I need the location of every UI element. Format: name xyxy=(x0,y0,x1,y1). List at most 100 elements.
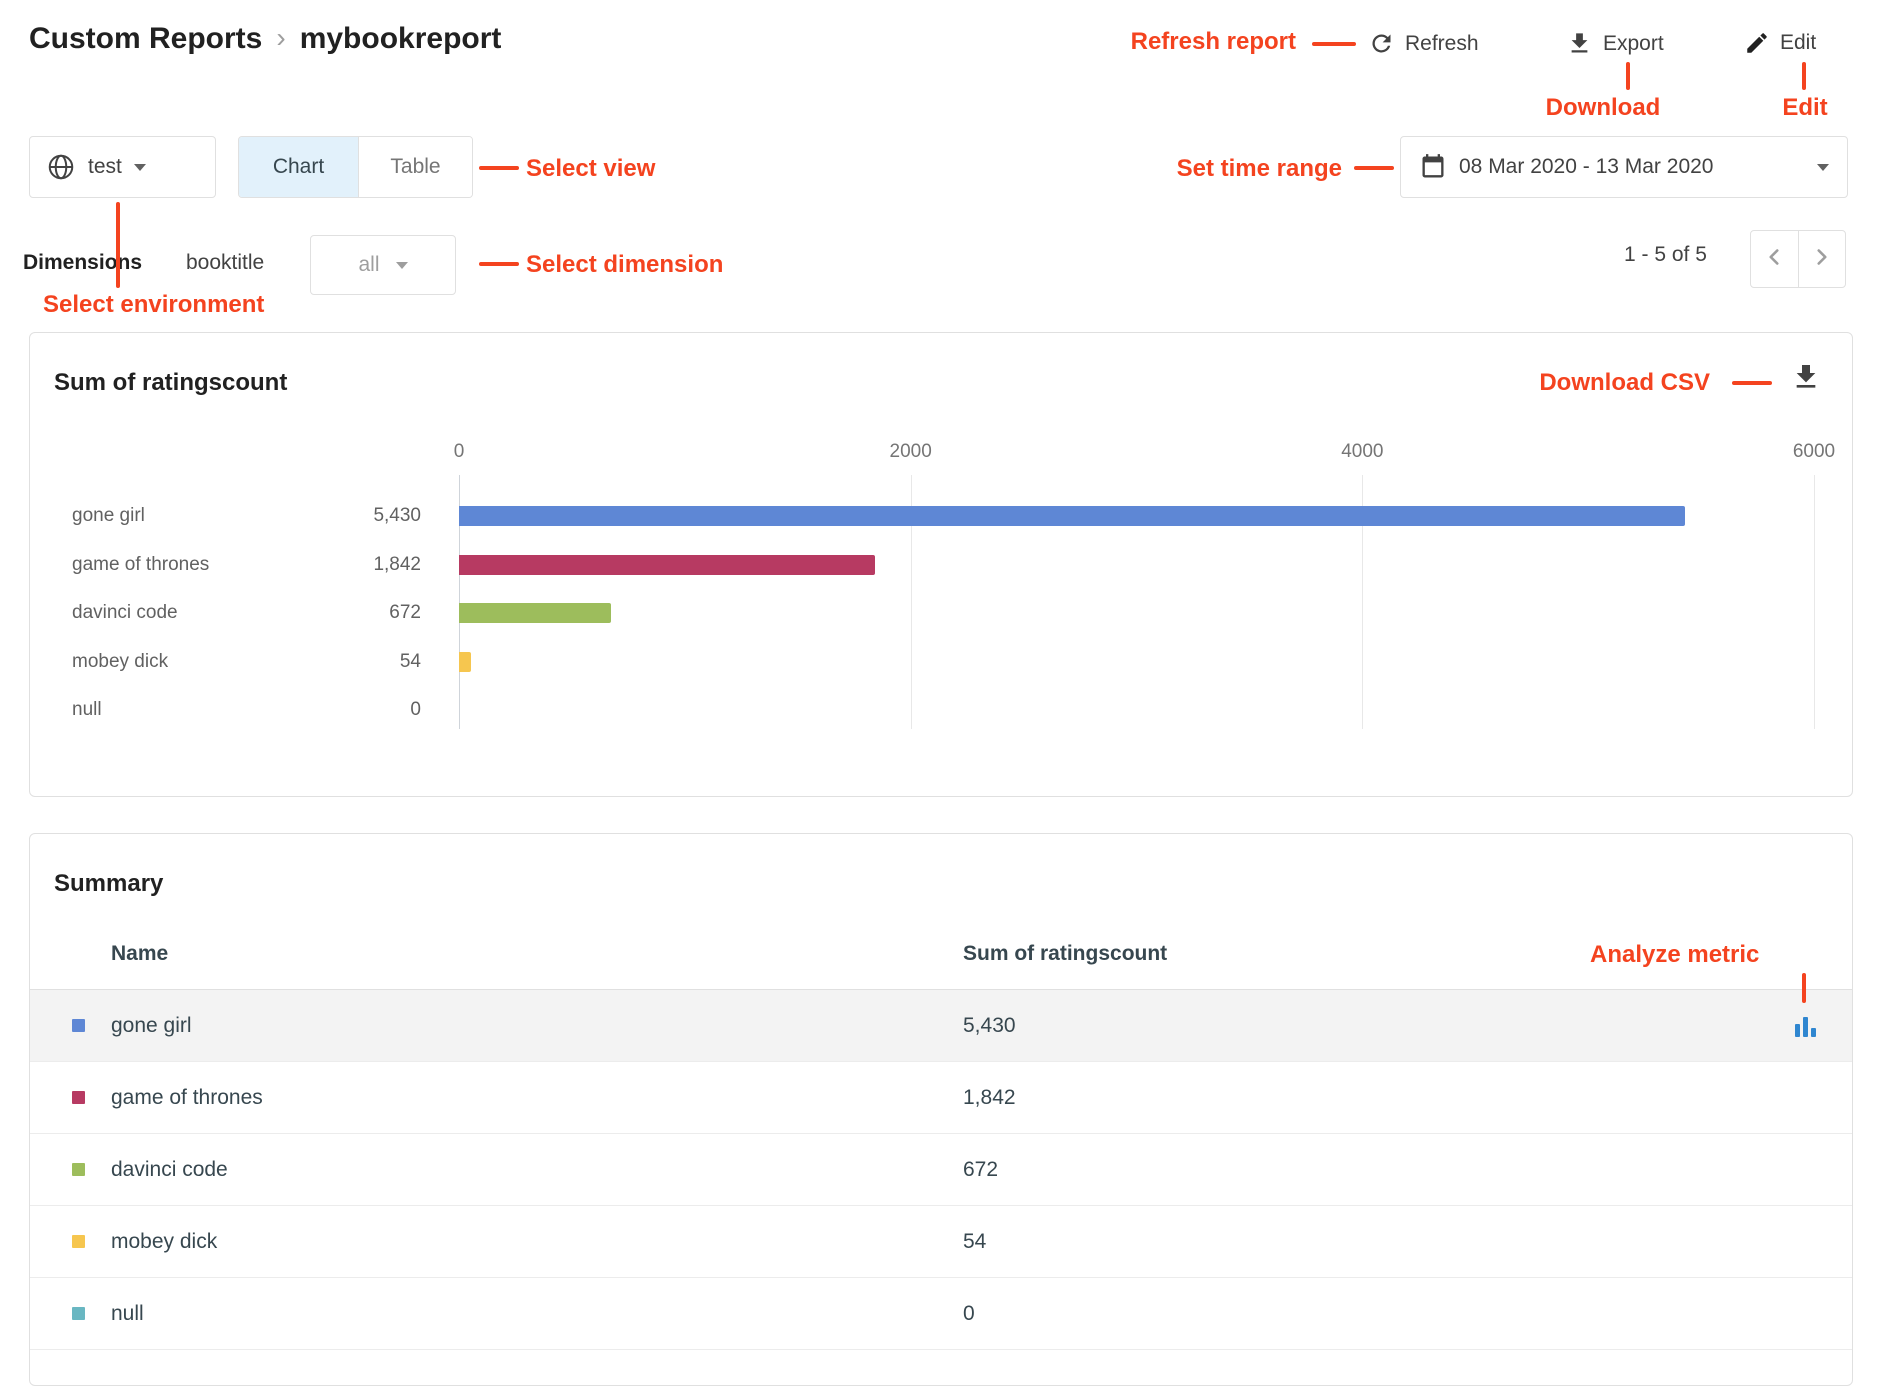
custom-report-page: Custom Reports › mybookreport Refresh Ex… xyxy=(0,0,1882,1396)
date-range-value: 08 Mar 2020 - 13 Mar 2020 xyxy=(1459,155,1713,179)
dimension-name: booktitle xyxy=(186,251,264,275)
refresh-icon xyxy=(1368,30,1395,57)
calendar-icon xyxy=(1419,153,1447,181)
dimensions-label: Dimensions xyxy=(23,251,142,275)
table-row[interactable]: davinci code 672 xyxy=(30,1134,1852,1206)
row-value: 54 xyxy=(963,1230,986,1254)
row-name: mobey dick xyxy=(111,1230,217,1254)
annotation-line xyxy=(1802,973,1806,1003)
refresh-label: Refresh xyxy=(1405,32,1479,56)
export-button[interactable]: Export xyxy=(1566,30,1664,57)
breadcrumb: Custom Reports › mybookreport xyxy=(29,22,501,56)
annotation-select-environment: Select environment xyxy=(43,291,264,319)
breadcrumb-custom-reports[interactable]: Custom Reports xyxy=(29,22,262,56)
chart-bar[interactable] xyxy=(459,506,1685,526)
row-value: 0 xyxy=(963,1302,975,1326)
summary-title: Summary xyxy=(54,870,163,898)
globe-icon xyxy=(46,152,76,182)
chart-value-label: 54 xyxy=(270,650,421,674)
summary-card: Summary Name Sum of ratingscount gone gi… xyxy=(29,833,1853,1386)
pagination-controls xyxy=(1750,230,1846,288)
chart-row: davinci code 672 xyxy=(30,601,1852,625)
pagination-next-button[interactable] xyxy=(1798,231,1846,287)
chart-row: game of thrones 1,842 xyxy=(30,553,1852,577)
dimension-filter-dropdown[interactable]: all xyxy=(310,235,456,295)
annotation-line xyxy=(1626,62,1630,90)
chart-value-label: 5,430 xyxy=(270,504,421,528)
annotation-line xyxy=(479,262,519,266)
environment-selector[interactable]: test xyxy=(29,136,216,198)
row-value: 672 xyxy=(963,1158,998,1182)
chart-row: null 0 xyxy=(30,698,1852,722)
annotation-download-csv: Download CSV xyxy=(1539,369,1710,397)
annotation-line xyxy=(1312,42,1356,46)
column-header-name: Name xyxy=(111,942,168,966)
row-name: gone girl xyxy=(111,1014,192,1038)
table-row[interactable]: game of thrones 1,842 xyxy=(30,1062,1852,1134)
annotation-line xyxy=(479,166,519,170)
annotation-line xyxy=(1732,381,1772,385)
table-row[interactable]: mobey dick 54 xyxy=(30,1206,1852,1278)
annotation-set-time-range: Set time range xyxy=(1177,155,1342,183)
column-header-sum: Sum of ratingscount xyxy=(963,942,1167,966)
tab-chart[interactable]: Chart xyxy=(239,137,358,197)
annotation-line xyxy=(1802,62,1806,90)
legend-swatch xyxy=(72,1235,85,1248)
refresh-button[interactable]: Refresh xyxy=(1368,30,1479,57)
table-row[interactable]: null 0 xyxy=(30,1278,1852,1350)
chart-value-label: 1,842 xyxy=(270,553,421,577)
chart-category-label: game of thrones xyxy=(72,553,209,577)
chevron-right-icon xyxy=(1809,244,1835,275)
edit-button[interactable]: Edit xyxy=(1744,30,1816,56)
chart-value-label: 0 xyxy=(270,698,421,722)
annotation-select-dimension: Select dimension xyxy=(526,251,723,279)
environment-value: test xyxy=(88,155,122,179)
annotation-edit: Edit xyxy=(1782,94,1827,122)
dimension-filter-value: all xyxy=(358,253,379,277)
pagination-status: 1 - 5 of 5 xyxy=(1624,243,1707,267)
chart-category-label: gone girl xyxy=(72,504,145,528)
breadcrumb-current-report: mybookreport xyxy=(300,22,502,56)
chart-category-label: null xyxy=(72,698,102,722)
chart-bar[interactable] xyxy=(459,652,471,672)
date-range-picker[interactable]: 08 Mar 2020 - 13 Mar 2020 xyxy=(1400,136,1848,198)
chart-category-label: davinci code xyxy=(72,601,178,625)
chevron-left-icon xyxy=(1761,244,1787,275)
edit-label: Edit xyxy=(1780,31,1816,55)
chevron-down-icon xyxy=(134,164,146,171)
view-toggle: Chart Table xyxy=(238,136,473,198)
chart-row: gone girl 5,430 xyxy=(30,504,1852,528)
legend-swatch xyxy=(72,1091,85,1104)
annotation-line xyxy=(116,202,120,288)
chart-card: Sum of ratingscount 0200040006000 gone g… xyxy=(29,332,1853,797)
row-name: null xyxy=(111,1302,144,1326)
table-row[interactable]: gone girl 5,430 xyxy=(30,990,1852,1062)
export-label: Export xyxy=(1603,32,1664,56)
chevron-down-icon xyxy=(1817,164,1829,171)
chart-bar[interactable] xyxy=(459,555,875,575)
row-value: 1,842 xyxy=(963,1086,1016,1110)
download-icon xyxy=(1566,30,1593,57)
chevron-down-icon xyxy=(396,262,408,269)
summary-table-body: gone girl 5,430 game of thrones 1,842 davinc… xyxy=(30,989,1852,1350)
row-value: 5,430 xyxy=(963,1014,1016,1038)
chart-value-label: 672 xyxy=(270,601,421,625)
breadcrumb-separator-icon: › xyxy=(276,22,285,54)
legend-swatch xyxy=(72,1163,85,1176)
annotation-analyze-metric: Analyze metric xyxy=(1590,941,1759,969)
tab-table[interactable]: Table xyxy=(358,137,472,197)
annotation-select-view: Select view xyxy=(526,155,655,183)
legend-swatch xyxy=(72,1307,85,1320)
row-name: game of thrones xyxy=(111,1086,263,1110)
row-name: davinci code xyxy=(111,1158,228,1182)
annotation-line xyxy=(1354,166,1394,170)
chart-category-label: mobey dick xyxy=(72,650,168,674)
chart-row: mobey dick 54 xyxy=(30,650,1852,674)
annotation-download: Download xyxy=(1546,94,1661,122)
pencil-icon xyxy=(1744,30,1770,56)
pagination-prev-button[interactable] xyxy=(1751,231,1798,287)
analyze-metric-icon[interactable] xyxy=(1795,1015,1816,1037)
legend-swatch xyxy=(72,1019,85,1032)
annotation-refresh-report: Refresh report xyxy=(1131,28,1296,56)
chart-bar[interactable] xyxy=(459,603,611,623)
